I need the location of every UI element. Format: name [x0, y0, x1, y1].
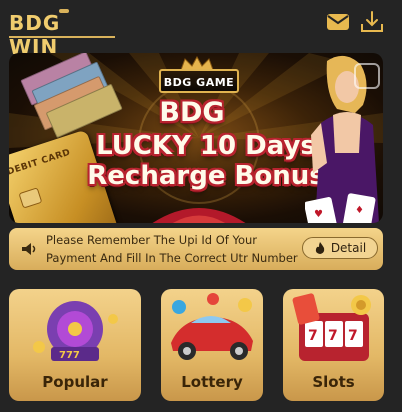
notice-text: Please Remember The Upi Id Of Your Payme… — [46, 233, 298, 265]
svg-text:♦: ♦ — [355, 205, 364, 216]
banner-qr-icon[interactable] — [354, 63, 380, 89]
fire-icon — [315, 242, 324, 254]
bdg-game-badge: BDG GAME — [159, 69, 239, 93]
category-label: Lottery — [181, 373, 243, 391]
speaker-icon — [22, 243, 36, 255]
category-label: Slots — [312, 373, 355, 391]
category-slots[interactable]: 7 7 7 Slots — [283, 289, 384, 401]
category-popular[interactable]: 777 Popular — [9, 289, 141, 401]
svg-text:7: 7 — [328, 328, 338, 344]
logo-text: BDG WIN — [9, 11, 61, 59]
red-fan-decoration — [152, 208, 246, 223]
promo-banner[interactable]: DEBIT CARD BDG GAME BDG LUCKY 10 Days Re… — [9, 53, 383, 223]
notice-bar: Please Remember The Upi Id Of Your Payme… — [9, 228, 383, 270]
category-lottery[interactable]: Lottery — [161, 289, 263, 401]
lottery-icon — [171, 293, 253, 360]
mail-icon[interactable] — [325, 10, 351, 34]
svg-text:7: 7 — [308, 328, 318, 344]
logo-underline — [9, 36, 115, 38]
top-header: BDG WIN — [0, 0, 402, 59]
slots-icon: 7 7 7 — [292, 293, 371, 361]
svg-text:♥: ♥ — [314, 209, 323, 220]
download-icon[interactable] — [359, 10, 385, 34]
detail-button[interactable]: Detail — [302, 237, 378, 259]
svg-text:7: 7 — [348, 328, 358, 344]
playing-cards-image: ♥ ♦ — [305, 193, 376, 223]
popular-icon: 777 — [33, 301, 118, 361]
detail-label: Detail — [330, 241, 367, 255]
badge-text: BDG GAME — [163, 76, 235, 89]
category-label: Popular — [42, 373, 108, 391]
svg-text:777: 777 — [59, 350, 80, 361]
brand-logo[interactable]: BDG WIN — [9, 9, 115, 59]
